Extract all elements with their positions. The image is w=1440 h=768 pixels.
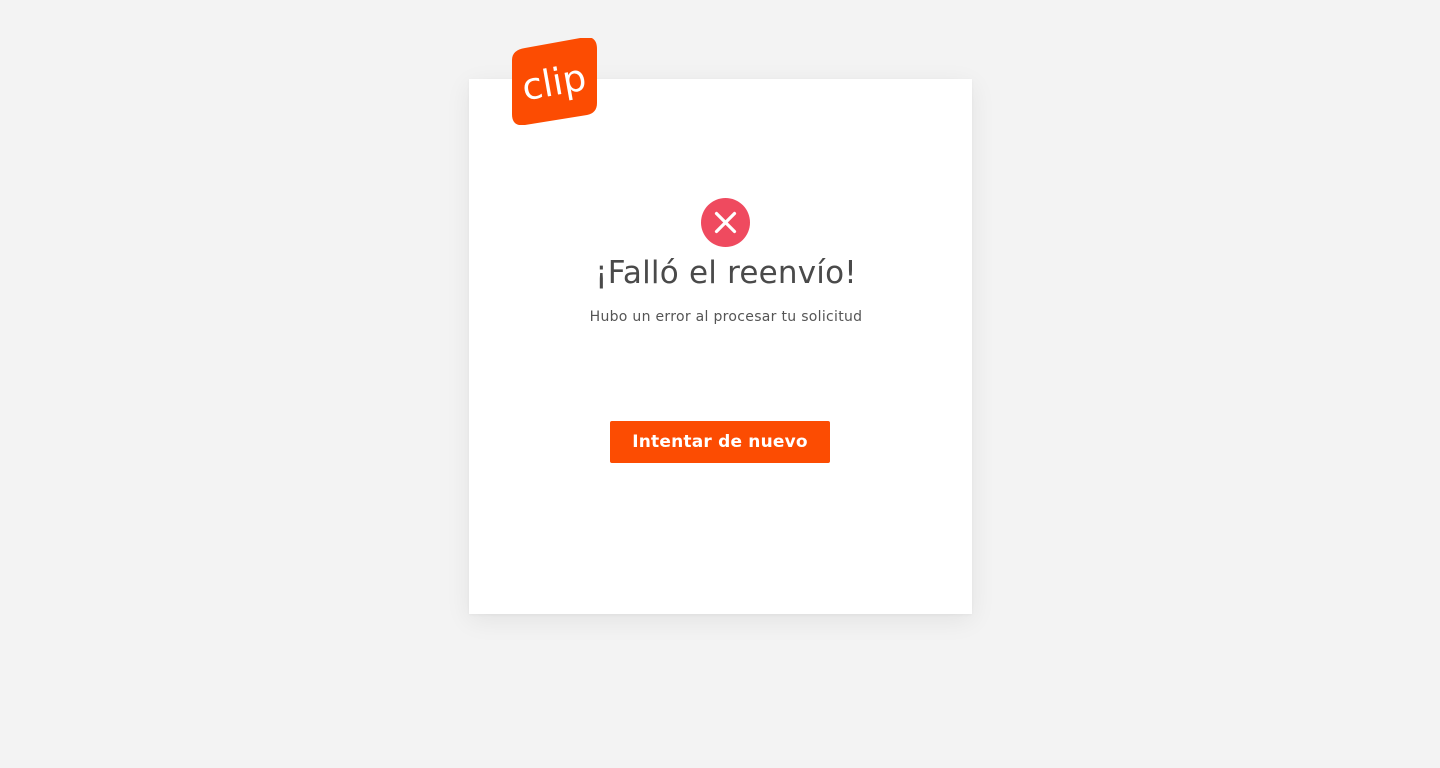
status-title: ¡Falló el reenvío! — [595, 255, 857, 291]
retry-button[interactable]: Intentar de nuevo — [610, 421, 830, 463]
clip-logo: clip — [511, 38, 597, 125]
clip-logo-icon: clip — [512, 38, 597, 125]
result-card — [469, 79, 972, 614]
error-x-circle-icon — [701, 198, 750, 247]
status-message: Hubo un error al procesar tu solicitud — [589, 309, 863, 325]
